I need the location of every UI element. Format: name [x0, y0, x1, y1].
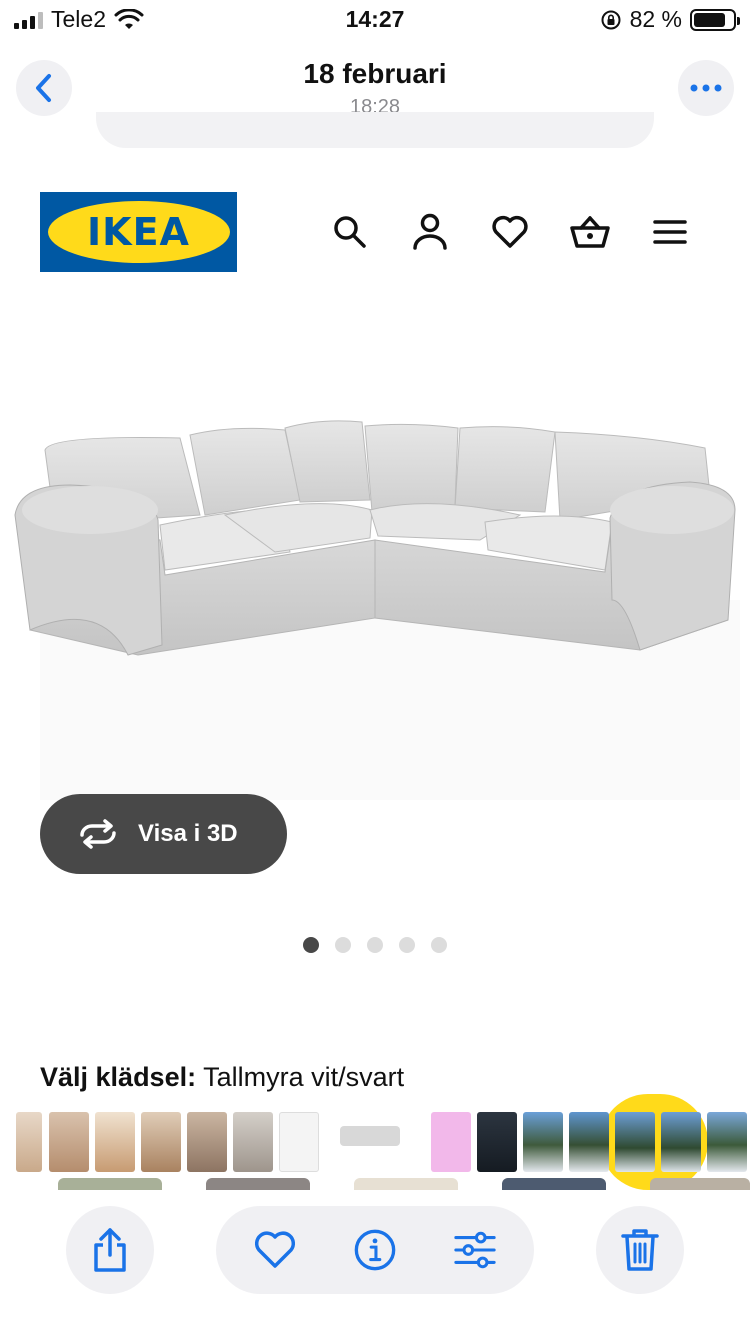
favorite-button[interactable]	[253, 1228, 297, 1272]
orientation-lock-icon	[601, 10, 621, 29]
delete-button[interactable]	[596, 1206, 684, 1294]
heart-icon	[254, 1231, 296, 1268]
carousel-dot[interactable]	[335, 937, 351, 953]
upholstery-value: Tallmyra vit/svart	[203, 1062, 405, 1092]
trash-icon	[621, 1229, 659, 1271]
status-right: 82 %	[600, 6, 740, 33]
user-icon[interactable]	[408, 210, 452, 254]
share-icon	[94, 1228, 126, 1272]
photo-thumbnail[interactable]	[16, 1112, 42, 1172]
photo-thumbnail[interactable]	[707, 1112, 747, 1172]
photo-thumbnail[interactable]	[661, 1112, 701, 1172]
more-button[interactable]	[678, 60, 734, 116]
search-icon[interactable]	[328, 210, 372, 254]
carousel-dots	[0, 937, 750, 953]
photo-thumbnail-strip[interactable]	[0, 1110, 750, 1174]
status-bar: Tele2 14:27 82 %	[0, 0, 750, 44]
menu-icon[interactable]	[648, 210, 692, 254]
ikea-logo[interactable]: IKEA	[40, 192, 237, 272]
photo-thumbnail[interactable]	[141, 1112, 181, 1172]
photo-toolbar	[0, 1204, 750, 1304]
ikea-logo-text: IKEA	[47, 201, 230, 263]
info-icon	[354, 1229, 396, 1271]
share-button[interactable]	[66, 1206, 154, 1294]
upholstery-selector[interactable]: Välj klädsel: Tallmyra vit/svart	[40, 1062, 404, 1093]
carousel-dot[interactable]	[303, 937, 319, 953]
info-button[interactable]	[353, 1228, 397, 1272]
fabric-swatch-row	[0, 1178, 750, 1192]
photo-thumbnail[interactable]	[523, 1112, 563, 1172]
adjust-icon	[454, 1231, 496, 1269]
product-image[interactable]	[0, 300, 750, 820]
upholstery-label: Välj klädsel:	[40, 1062, 197, 1092]
corner-sofa-image	[14, 420, 740, 800]
photo-thumbnail[interactable]	[49, 1112, 89, 1172]
page-top-edge	[96, 112, 654, 148]
basket-icon[interactable]	[568, 210, 612, 254]
adjust-button[interactable]	[453, 1228, 497, 1272]
photo-thumbnail[interactable]	[95, 1112, 135, 1172]
rotate-3d-icon	[80, 819, 116, 849]
battery-percent: 82 %	[629, 6, 682, 32]
toolbar-pill	[216, 1206, 534, 1294]
view-in-3d-button[interactable]: Visa i 3D	[40, 794, 287, 874]
photo-thumbnail[interactable]	[477, 1112, 517, 1172]
ellipsis-icon	[690, 84, 722, 92]
photo-thumbnail[interactable]	[325, 1112, 415, 1172]
photo-thumbnail[interactable]	[187, 1112, 227, 1172]
carousel-dot[interactable]	[399, 937, 415, 953]
photo-date: 18 februari	[303, 58, 447, 89]
photo-thumbnail-current[interactable]	[615, 1112, 655, 1172]
view-in-3d-label: Visa i 3D	[138, 820, 238, 847]
battery-icon	[690, 8, 740, 31]
carousel-dot[interactable]	[367, 937, 383, 953]
photo-thumbnail[interactable]	[233, 1112, 273, 1172]
photo-thumbnail[interactable]	[569, 1112, 609, 1172]
heart-icon[interactable]	[488, 210, 532, 254]
photo-thumbnail[interactable]	[431, 1112, 471, 1172]
carousel-dot[interactable]	[431, 937, 447, 953]
photo-thumbnail[interactable]	[279, 1112, 319, 1172]
